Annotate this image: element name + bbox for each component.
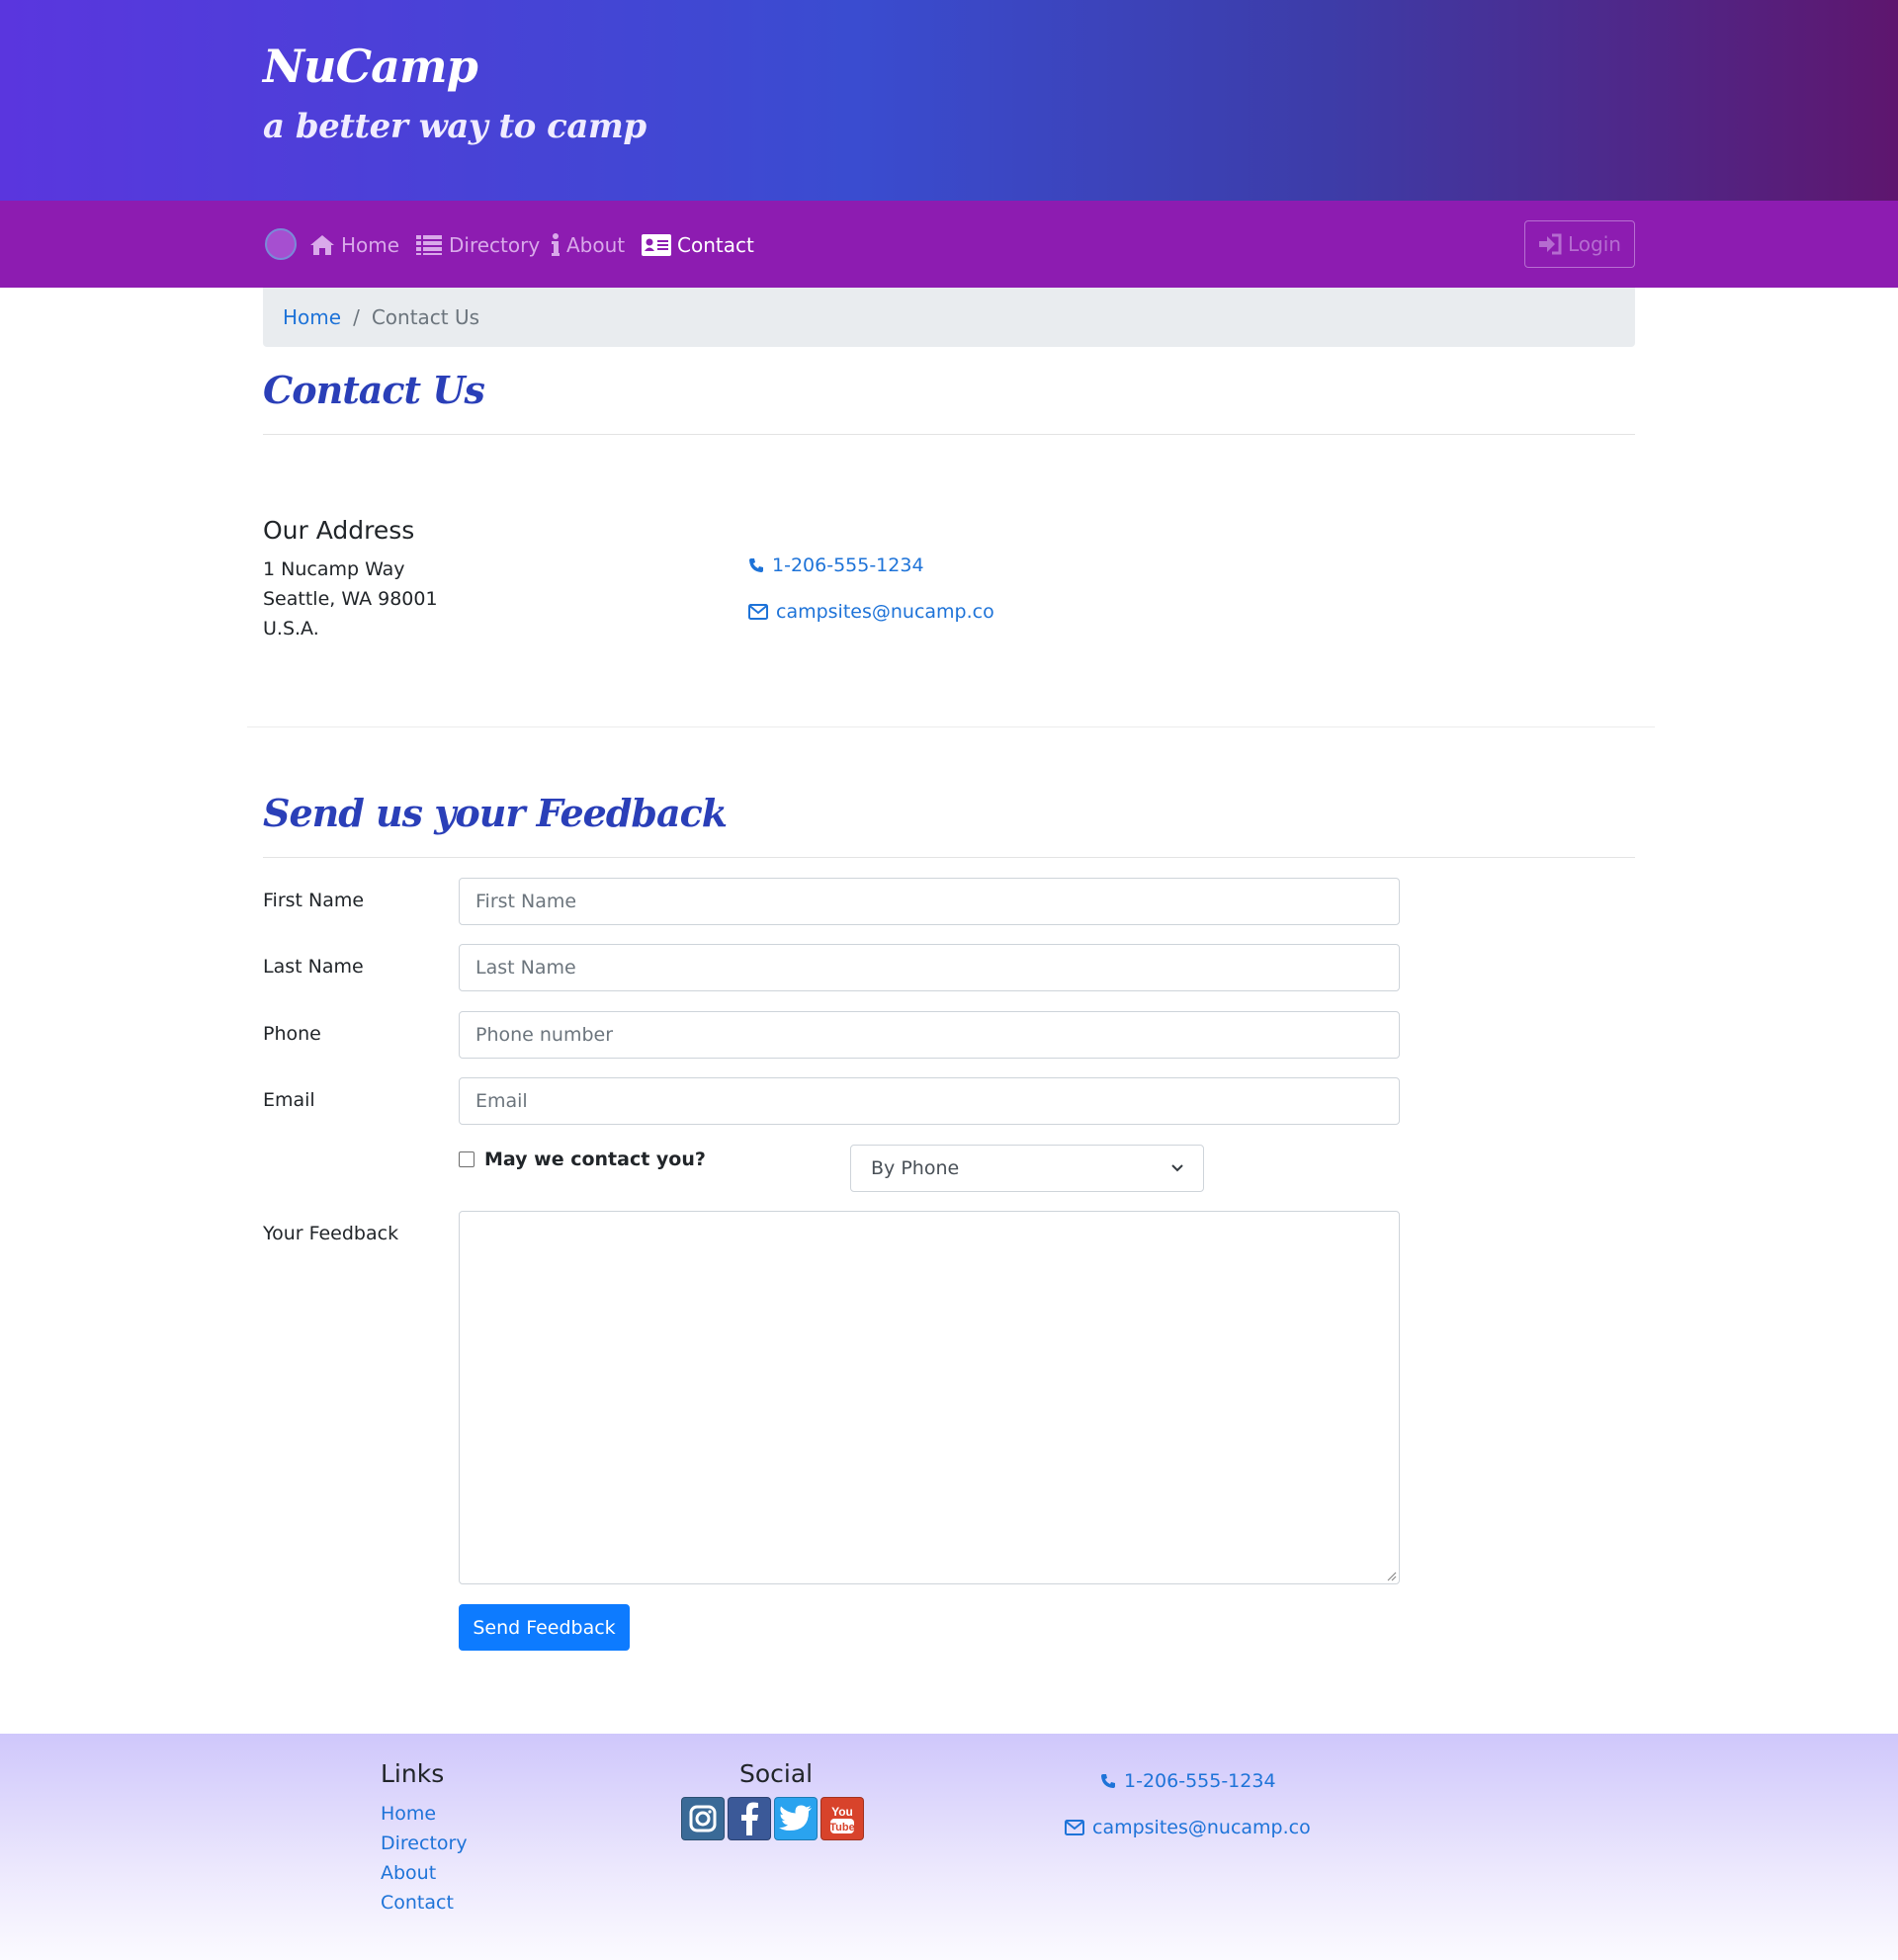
youtube-icon[interactable]: You Tube xyxy=(820,1797,864,1840)
nav-item-directory[interactable]: Directory xyxy=(415,230,540,260)
login-button[interactable]: Login xyxy=(1524,220,1635,268)
footer-link-directory[interactable]: Directory xyxy=(381,1832,468,1854)
footer-phone-link[interactable]: 1-206-555-1234 xyxy=(1100,1770,1276,1792)
envelope-icon xyxy=(748,604,768,620)
list-icon xyxy=(416,235,442,255)
feedback-label: Your Feedback xyxy=(263,1223,399,1244)
breadcrumb-home-link[interactable]: Home xyxy=(283,305,341,329)
address-email-link[interactable]: campsites@nucamp.co xyxy=(748,601,994,623)
facebook-icon[interactable] xyxy=(728,1797,771,1840)
address-phone-link[interactable]: 1-206-555-1234 xyxy=(748,554,924,576)
address-heading: Our Address xyxy=(263,516,415,545)
footer: Links Home Directory About Contact Socia… xyxy=(0,1734,1898,1960)
section-divider xyxy=(247,726,1655,727)
phone-icon xyxy=(749,558,763,572)
brand-title: NuCamp xyxy=(263,40,478,93)
instagram-icon[interactable] xyxy=(681,1797,725,1840)
nav-label-about: About xyxy=(566,233,626,257)
chevron-down-icon xyxy=(1171,1164,1183,1172)
nav-label-home: Home xyxy=(341,233,400,257)
nav-item-about[interactable]: About xyxy=(551,230,625,260)
address-phone-text: 1-206-555-1234 xyxy=(772,554,924,576)
nav-label-contact: Contact xyxy=(677,233,754,257)
breadcrumb-separator: / xyxy=(353,305,360,329)
footer-social-heading: Social xyxy=(739,1759,814,1788)
page-title: Contact Us xyxy=(263,368,485,412)
footer-link-contact[interactable]: Contact xyxy=(381,1892,454,1914)
footer-email-link[interactable]: campsites@nucamp.co xyxy=(1065,1817,1311,1838)
navbar: Home Directory About Contact Login xyxy=(0,201,1898,288)
info-icon xyxy=(552,233,560,256)
svg-text:Tube: Tube xyxy=(829,1822,854,1833)
brand-tagline: a better way to camp xyxy=(263,107,647,146)
feedback-divider xyxy=(263,857,1635,858)
phone-icon xyxy=(1101,1774,1115,1788)
feedback-title: Send us your Feedback xyxy=(263,791,728,835)
email-label: Email xyxy=(263,1089,315,1111)
contact-checkbox-row: May we contact you? xyxy=(459,1149,706,1170)
send-feedback-button[interactable]: Send Feedback xyxy=(459,1604,630,1651)
address-line-3: U.S.A. xyxy=(263,618,319,639)
contact-checkbox-label[interactable]: May we contact you? xyxy=(484,1149,706,1170)
envelope-icon xyxy=(1065,1820,1084,1835)
twitter-icon[interactable] xyxy=(774,1797,818,1840)
last-name-label: Last Name xyxy=(263,956,364,978)
phone-input[interactable] xyxy=(459,1011,1400,1059)
breadcrumb-current: Contact Us xyxy=(371,305,480,329)
footer-email-text: campsites@nucamp.co xyxy=(1092,1817,1311,1838)
contact-checkbox[interactable] xyxy=(459,1151,474,1167)
footer-link-about[interactable]: About xyxy=(381,1862,436,1884)
address-line-2: Seattle, WA 98001 xyxy=(263,588,438,610)
nav-item-home[interactable]: Home xyxy=(309,230,399,260)
address-email-text: campsites@nucamp.co xyxy=(776,601,994,623)
title-divider xyxy=(263,434,1635,435)
resize-handle-icon[interactable] xyxy=(1385,1570,1397,1581)
address-line-1: 1 Nucamp Way xyxy=(263,558,405,580)
header-jumbotron: NuCamp a better way to camp xyxy=(0,0,1898,201)
feedback-textarea[interactable] xyxy=(459,1211,1400,1584)
address-card-icon xyxy=(642,234,671,256)
footer-links-heading: Links xyxy=(381,1759,445,1788)
sign-in-icon xyxy=(1539,233,1562,255)
home-icon xyxy=(310,235,334,255)
login-label: Login xyxy=(1568,232,1621,256)
breadcrumb: Home / Contact Us xyxy=(263,288,1635,347)
contact-method-value: By Phone xyxy=(871,1157,960,1179)
nucamp-logo-icon[interactable] xyxy=(265,228,297,260)
first-name-label: First Name xyxy=(263,890,365,911)
nav-item-contact[interactable]: Contact xyxy=(642,230,754,260)
last-name-input[interactable] xyxy=(459,944,1400,991)
svg-text:You: You xyxy=(831,1805,853,1819)
footer-link-home[interactable]: Home xyxy=(381,1803,436,1825)
first-name-input[interactable] xyxy=(459,878,1400,925)
contact-method-select[interactable]: By Phone xyxy=(850,1145,1204,1192)
nav-label-directory: Directory xyxy=(449,233,541,257)
footer-phone-text: 1-206-555-1234 xyxy=(1124,1770,1276,1792)
email-input[interactable] xyxy=(459,1077,1400,1125)
phone-label: Phone xyxy=(263,1023,321,1045)
